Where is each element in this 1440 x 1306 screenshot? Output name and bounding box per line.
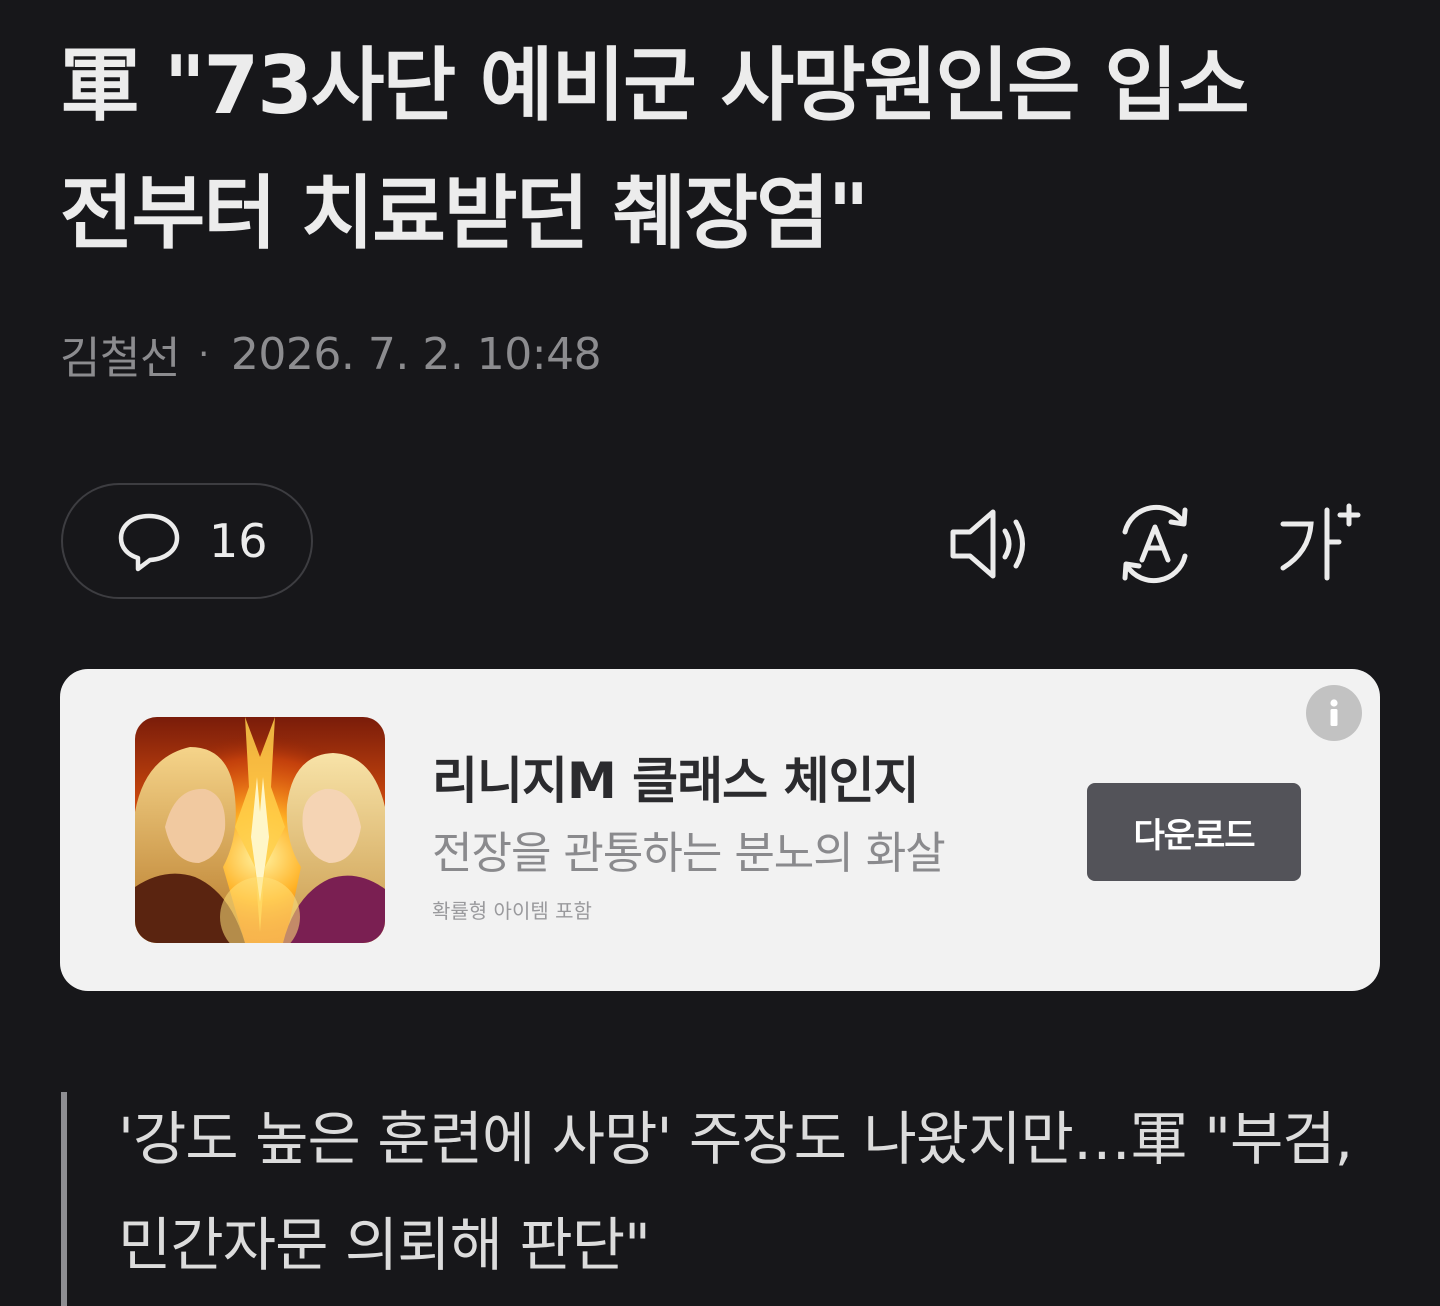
article-headline: 軍 "73사단 예비군 사망원인은 입소 전부터 치료받던 췌장염" [60,39,1250,260]
ad-description: 전장을 관통하는 분노의 화살 [432,828,946,879]
font-size-icon [1280,503,1361,581]
ad-download-button[interactable]: 다운로드 [1087,783,1301,881]
ad-game-thumbnail[interactable] [135,717,385,943]
ad-notice: 확률형 아이템 포함 [432,899,592,923]
article-byline: 김철선 · 2026. 7. 2. 10:48 [60,322,602,386]
ad-info-button[interactable] [1306,685,1362,741]
byline-separator: · [197,333,209,375]
info-icon [1330,699,1338,726]
comment-icon [118,513,180,572]
translate-button[interactable] [1109,498,1201,590]
author-name: 김철선 [60,333,180,384]
comment-count: 16 [209,514,268,568]
font-size-button[interactable] [1275,498,1367,590]
translate-icon [1122,504,1188,584]
read-aloud-button[interactable] [943,498,1035,590]
ad-banner[interactable]: 리니지M 클래스 체인지 전장을 관통하는 분노의 화살 확률형 아이템 포함 … [60,669,1380,991]
article-subheadline: '강도 높은 훈련에 사망' 주장도 나왔지만…軍 "부검, 민간자문 의뢰해 … [118,1105,1353,1279]
comments-button[interactable]: 16 [61,483,313,599]
game-art-image [135,717,385,943]
ad-title[interactable]: 리니지M 클래스 체인지 [432,741,920,813]
publish-datetime: 2026. 7. 2. 10:48 [230,328,602,380]
quote-bar [61,1092,67,1306]
speaker-icon [950,509,1025,579]
